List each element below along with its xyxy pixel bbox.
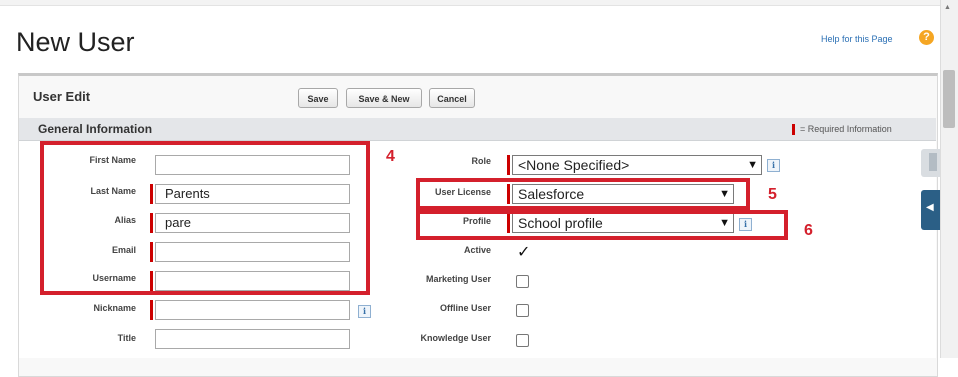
help-icon[interactable]: ?: [919, 30, 934, 45]
save-and-new-button[interactable]: Save & New: [346, 88, 422, 108]
annotation-box-6: [416, 210, 788, 240]
annotation-number-5: 5: [768, 186, 777, 203]
required-note: = Required Information: [800, 124, 892, 134]
panel-title: User Edit: [33, 89, 91, 104]
page-title: New User: [16, 27, 135, 57]
role-info-icon[interactable]: i: [767, 159, 780, 172]
chevron-left-icon: ◀: [926, 202, 934, 213]
nickname-input[interactable]: [155, 300, 350, 320]
role-select[interactable]: <None Specified> ▼: [512, 155, 762, 175]
knowledge-user-label: Knowledge User: [420, 333, 491, 343]
knowledge-user-checkbox[interactable]: [516, 334, 529, 347]
required-marker: [150, 300, 153, 320]
role-selected-value: <None Specified>: [518, 157, 630, 173]
offline-user-label: Offline User: [439, 303, 491, 313]
annotation-number-4: 4: [386, 148, 395, 165]
offline-user-checkbox[interactable]: [516, 304, 529, 317]
section-header: [19, 118, 936, 141]
active-checkmark-icon[interactable]: ✓: [517, 242, 530, 262]
collapse-handle-icon: [929, 153, 937, 171]
scrollbar[interactable]: [940, 0, 958, 358]
top-strip: [0, 0, 940, 6]
title-label: Title: [117, 333, 136, 343]
marketing-user-label: Marketing User: [425, 274, 491, 284]
section-title: General Information: [38, 122, 153, 136]
required-marker: [507, 155, 510, 175]
cancel-button[interactable]: Cancel: [429, 88, 475, 108]
annotation-box-4: [40, 141, 370, 295]
chevron-down-icon: ▼: [747, 159, 758, 171]
scroll-up-arrow-icon[interactable]: ▲: [944, 4, 951, 11]
title-input[interactable]: [155, 329, 350, 349]
nickname-label: Nickname: [93, 303, 136, 313]
required-marker-legend: [792, 124, 795, 135]
active-label: Active: [463, 245, 491, 255]
annotation-number-6: 6: [804, 222, 813, 239]
help-link[interactable]: Help for this Page: [821, 34, 893, 44]
role-label: Role: [471, 156, 491, 166]
marketing-user-checkbox[interactable]: [516, 275, 529, 288]
save-button[interactable]: Save: [298, 88, 338, 108]
scrollbar-thumb[interactable]: [943, 70, 955, 128]
annotation-box-5: [416, 178, 750, 210]
nickname-info-icon[interactable]: i: [358, 305, 371, 318]
